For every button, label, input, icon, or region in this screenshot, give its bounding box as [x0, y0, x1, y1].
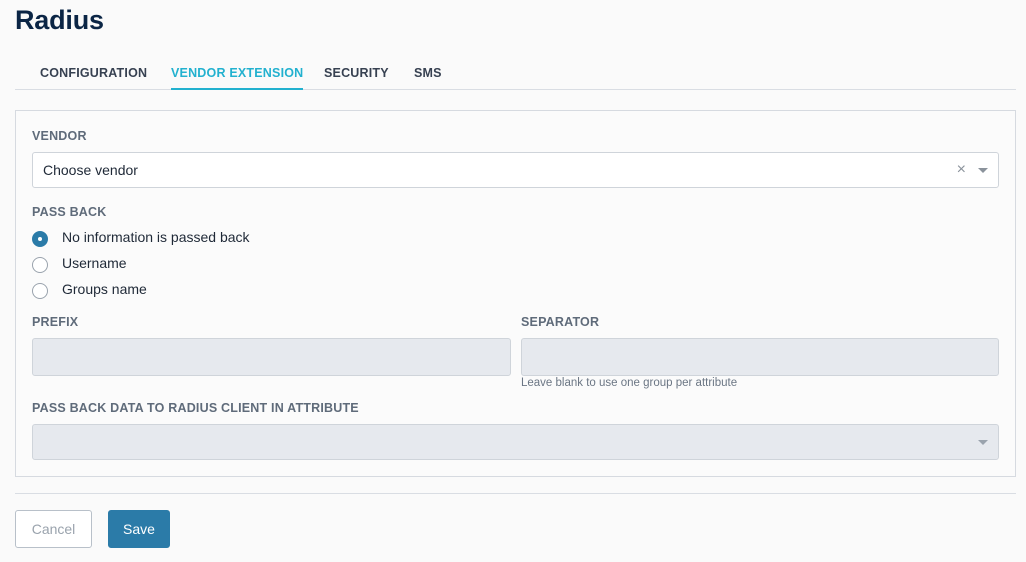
separator-help-text: Leave blank to use one group per attribu… [521, 377, 738, 389]
chevron-down-icon[interactable] [978, 168, 988, 173]
clear-icon[interactable]: × [957, 160, 966, 180]
radio-label: Groups name [62, 281, 147, 297]
vendor-extension-card: VENDOR Choose vendor × PASS BACK No info… [15, 110, 1016, 477]
attribute-select[interactable] [32, 424, 999, 460]
separator-label: SEPARATOR [521, 315, 600, 329]
chevron-down-icon[interactable] [978, 440, 988, 445]
attribute-label: PASS BACK DATA TO RADIUS CLIENT IN ATTRI… [32, 401, 359, 415]
vendor-select-value: Choose vendor [43, 162, 138, 178]
radio-label: Username [62, 255, 127, 271]
radio-button[interactable] [32, 283, 48, 299]
save-button[interactable]: Save [108, 510, 170, 548]
tab-bar: CONFIGURATION VENDOR EXTENSION SECURITY … [15, 56, 1016, 90]
pass-back-label: PASS BACK [32, 205, 107, 219]
tab-security[interactable]: SECURITY [324, 66, 389, 90]
footer-divider [15, 493, 1016, 494]
prefix-label: PREFIX [32, 315, 79, 329]
vendor-select[interactable]: Choose vendor × [32, 152, 999, 188]
tab-sms[interactable]: SMS [414, 66, 442, 90]
radio-label: No information is passed back [62, 229, 250, 245]
page-title: Radius [15, 5, 104, 35]
tab-vendor-extension[interactable]: VENDOR EXTENSION [171, 66, 304, 90]
prefix-input[interactable] [32, 338, 511, 376]
vendor-label: VENDOR [32, 129, 87, 143]
tab-configuration[interactable]: CONFIGURATION [40, 66, 147, 90]
separator-input[interactable] [521, 338, 999, 376]
radio-button[interactable] [32, 257, 48, 273]
radio-button-checked[interactable] [32, 231, 48, 247]
cancel-button[interactable]: Cancel [15, 510, 92, 548]
